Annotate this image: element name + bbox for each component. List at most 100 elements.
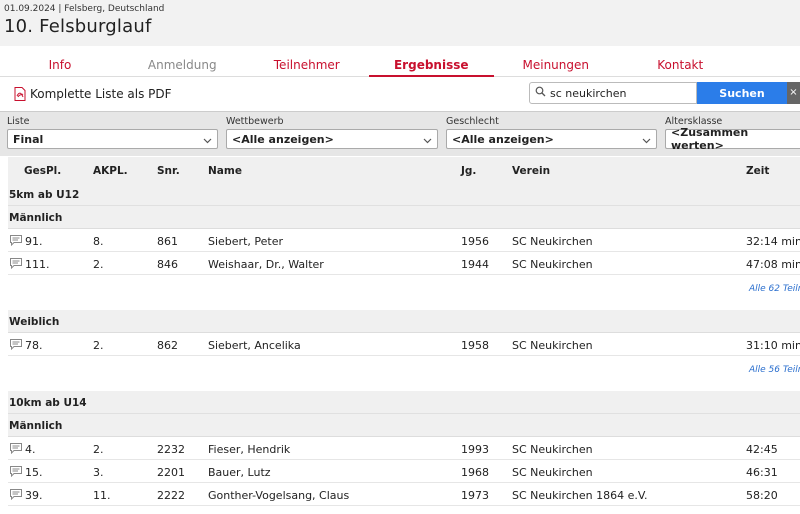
cell-verein: SC Neukirchen (512, 466, 593, 479)
cell-name: Siebert, Ancelika (208, 339, 301, 352)
cell-zeit: 32:14 min. (746, 235, 800, 248)
geschlecht-select[interactable]: <Alle anzeigen> (446, 129, 657, 149)
comment-icon[interactable] (10, 235, 22, 249)
liste-select[interactable]: Final (7, 129, 218, 149)
tab-meinungen[interactable]: Meinungen (494, 46, 619, 77)
cell-jg: 1956 (461, 235, 489, 248)
col-akpl[interactable]: AKPL. (93, 165, 128, 177)
cell-verein: SC Neukirchen (512, 258, 593, 271)
search-input[interactable] (550, 86, 690, 100)
filter-geschlecht: Geschlecht <Alle anzeigen> (446, 116, 657, 149)
filter-geschlecht-label: Geschlecht (446, 116, 499, 127)
cell-akpl: 2. (93, 443, 104, 456)
all-participants-link[interactable]: Alle 56 Teilnehmer (749, 365, 800, 375)
comment-icon[interactable] (10, 258, 22, 272)
results-toolbar: Komplette Liste als PDF Suchen × (0, 77, 800, 111)
tab-kontakt[interactable]: Kontakt (618, 46, 743, 77)
cell-verein: SC Neukirchen (512, 443, 593, 456)
group-title: Weiblich (8, 310, 800, 333)
table-header: GesPl. AKPL. Snr. Name Jg. Verein Zeit (8, 157, 800, 183)
event-header: 01.09.2024 | Felsberg, Deutschland 10. F… (0, 0, 800, 46)
comment-icon[interactable] (10, 466, 22, 480)
section-title: 10km ab U14 (8, 391, 800, 414)
table-row[interactable]: 39. 11. 2222 Gonther-Vogelsang, Claus 19… (8, 483, 800, 506)
chevron-down-icon (203, 135, 212, 144)
clear-search-icon[interactable]: × (787, 82, 800, 104)
cell-snr: 2201 (157, 466, 185, 479)
filter-wettbewerb: Wettbewerb <Alle anzeigen> (226, 116, 438, 149)
more-row: Alle 62 Teilnehmer (8, 275, 800, 304)
liste-select-value: Final (13, 132, 44, 146)
chevron-down-icon (423, 135, 432, 144)
pdf-icon (14, 87, 26, 101)
cell-akpl: 2. (93, 339, 104, 352)
table-row[interactable]: 78. 2. 862 Siebert, Ancelika 1958 SC Neu… (8, 333, 800, 356)
col-zeit[interactable]: Zeit (746, 165, 769, 177)
cell-jg: 1958 (461, 339, 489, 352)
col-name[interactable]: Name (208, 165, 242, 177)
comment-icon[interactable] (10, 489, 22, 503)
cell-snr: 862 (157, 339, 178, 352)
cell-jg: 1973 (461, 489, 489, 502)
search-button[interactable]: Suchen (697, 82, 787, 104)
geschlecht-select-value: <Alle anzeigen> (452, 132, 554, 146)
cell-snr: 861 (157, 235, 178, 248)
filter-liste: Liste Final (7, 116, 218, 149)
event-title: 10. Felsburglauf (4, 16, 152, 37)
search-bar: Suchen × (529, 82, 800, 104)
comment-icon[interactable] (10, 339, 22, 353)
cell-name: Siebert, Peter (208, 235, 283, 248)
cell-jg: 1993 (461, 443, 489, 456)
cell-zeit: 58:20 (746, 489, 778, 502)
cell-jg: 1968 (461, 466, 489, 479)
cell-akpl: 2. (93, 258, 104, 271)
pdf-download-link[interactable]: Komplette Liste als PDF (14, 87, 172, 101)
cell-gespl: 4. (25, 443, 36, 456)
cell-name: Bauer, Lutz (208, 466, 271, 479)
cell-name: Fieser, Hendrik (208, 443, 291, 456)
search-field[interactable] (529, 82, 697, 104)
cell-snr: 2222 (157, 489, 185, 502)
cell-verein: SC Neukirchen (512, 235, 593, 248)
col-verein[interactable]: Verein (512, 165, 550, 177)
tab-info[interactable]: Info (0, 46, 120, 77)
filter-bar: Liste Final Wettbewerb <Alle anzeigen> G… (0, 111, 800, 156)
event-date-location: 01.09.2024 | Felsberg, Deutschland (4, 4, 165, 14)
wettbewerb-select-value: <Alle anzeigen> (232, 132, 334, 146)
table-row[interactable]: 111. 2. 846 Weishaar, Dr., Walter 1944 S… (8, 252, 800, 275)
altersklasse-select[interactable]: <Zusammen werten> (665, 126, 800, 152)
section-title: 5km ab U12 (8, 183, 800, 206)
col-jg[interactable]: Jg. (461, 165, 476, 177)
table-row[interactable]: 91. 8. 861 Siebert, Peter 1956 SC Neukir… (8, 229, 800, 252)
wettbewerb-select[interactable]: <Alle anzeigen> (226, 129, 438, 149)
search-icon (535, 86, 546, 100)
group-title: Männlich (8, 414, 800, 437)
results-table: GesPl. AKPL. Snr. Name Jg. Verein Zeit 5… (8, 157, 800, 506)
cell-gespl: 91. (25, 235, 43, 248)
all-participants-link[interactable]: Alle 62 Teilnehmer (749, 284, 800, 294)
cell-name: Weishaar, Dr., Walter (208, 258, 324, 271)
tab-anmeldung[interactable]: Anmeldung (120, 46, 245, 77)
cell-snr: 846 (157, 258, 178, 271)
cell-zeit: 47:08 min. (746, 258, 800, 271)
cell-jg: 1944 (461, 258, 489, 271)
table-row[interactable]: 15. 3. 2201 Bauer, Lutz 1968 SC Neukirch… (8, 460, 800, 483)
col-snr[interactable]: Snr. (157, 165, 180, 177)
table-row[interactable]: 4. 2. 2232 Fieser, Hendrik 1993 SC Neuki… (8, 437, 800, 460)
comment-icon[interactable] (10, 443, 22, 457)
cell-akpl: 3. (93, 466, 104, 479)
cell-gespl: 39. (25, 489, 43, 502)
cell-verein: SC Neukirchen 1864 e.V. (512, 489, 648, 502)
col-gespl[interactable]: GesPl. (24, 165, 61, 177)
cell-name: Gonther-Vogelsang, Claus (208, 489, 350, 502)
cell-gespl: 15. (25, 466, 43, 479)
main-tabs: Info Anmeldung Teilnehmer Ergebnisse Mei… (0, 46, 800, 77)
cell-zeit: 42:45 (746, 443, 778, 456)
tab-ergebnisse[interactable]: Ergebnisse (369, 46, 494, 77)
cell-gespl: 78. (25, 339, 43, 352)
cell-snr: 2232 (157, 443, 185, 456)
cell-zeit: 46:31 (746, 466, 778, 479)
tab-teilnehmer[interactable]: Teilnehmer (245, 46, 370, 77)
altersklasse-select-value: <Zusammen werten> (671, 126, 749, 152)
cell-akpl: 11. (93, 489, 111, 502)
